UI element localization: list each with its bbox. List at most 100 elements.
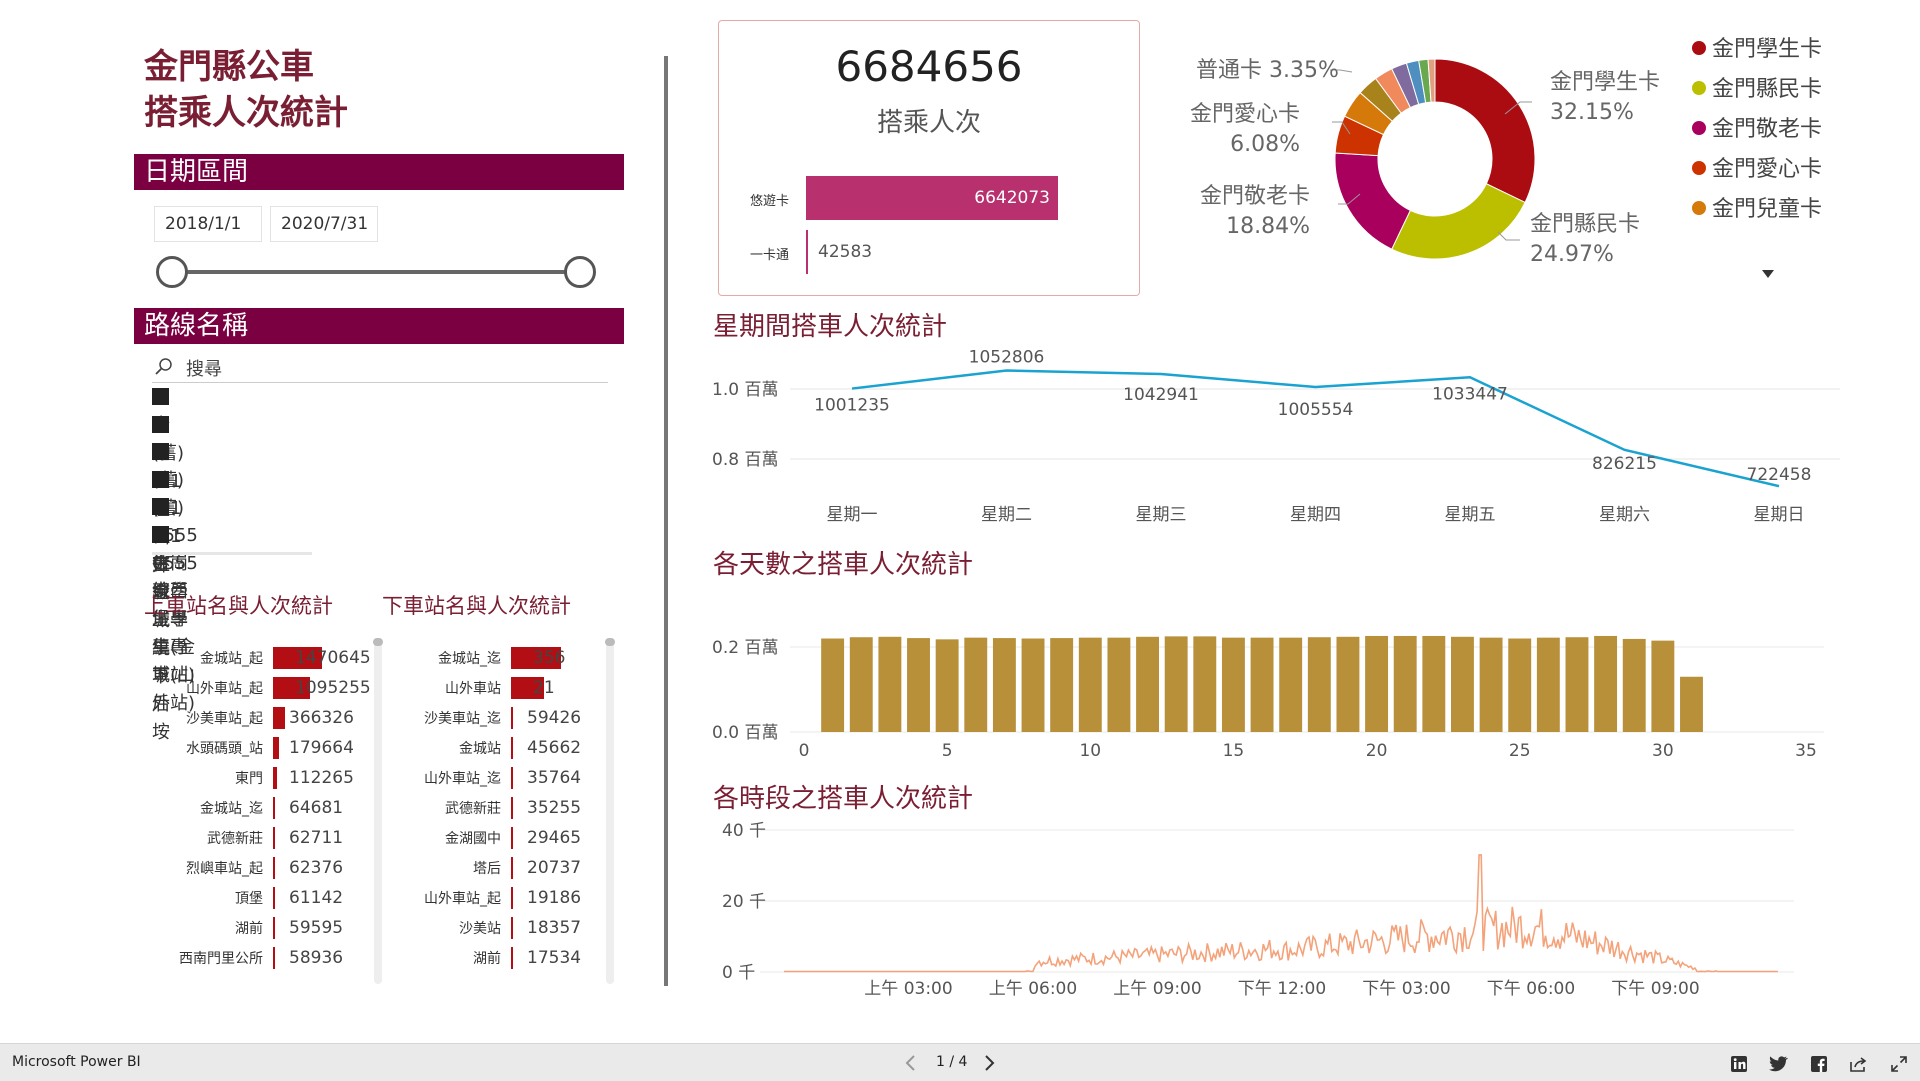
route-item[interactable]: (舊)藍1往金城 bbox=[152, 439, 184, 603]
route-checkbox[interactable] bbox=[152, 388, 169, 405]
alighting-station-bar[interactable] bbox=[511, 947, 513, 969]
boarding-station-bar[interactable] bbox=[273, 887, 276, 909]
route-item[interactable]: (舊)藍1往金城繞下后垵 bbox=[152, 467, 184, 743]
day-bar[interactable] bbox=[1565, 637, 1589, 732]
day-bar[interactable] bbox=[1451, 636, 1474, 732]
alighting-station-bar[interactable] bbox=[511, 737, 513, 759]
legend-more-arrow-icon[interactable] bbox=[1760, 268, 1776, 280]
day-bar[interactable] bbox=[1050, 638, 1074, 732]
day-bar[interactable] bbox=[1422, 635, 1446, 732]
alighting-scroll-thumb[interactable] bbox=[605, 638, 615, 646]
boarding-station-bar[interactable] bbox=[273, 857, 276, 879]
day-bar-chart[interactable]: 0.2 百萬 0.0 百萬 0 5 10 15 20 25 30 35 bbox=[700, 620, 1850, 770]
end-date-input[interactable]: 2020/7/31 bbox=[270, 206, 378, 242]
route-search-input[interactable]: 搜尋 bbox=[152, 352, 608, 383]
day-bar[interactable] bbox=[1193, 636, 1217, 732]
day-bar[interactable] bbox=[849, 637, 873, 732]
day-bar[interactable] bbox=[1393, 635, 1417, 732]
route-checkbox[interactable] bbox=[152, 525, 169, 543]
route-checkbox[interactable] bbox=[152, 415, 169, 433]
start-date-input[interactable]: 2018/1/1 bbox=[154, 206, 262, 242]
boarding-station-bar[interactable] bbox=[273, 797, 276, 819]
day-bar[interactable] bbox=[1250, 637, 1274, 732]
day-bar[interactable] bbox=[907, 638, 930, 732]
day-bar[interactable] bbox=[878, 636, 902, 732]
route-item[interactable]: 全選 bbox=[152, 384, 183, 464]
card-category-value: 6642073 bbox=[974, 188, 1050, 208]
card-category-bar[interactable] bbox=[806, 230, 808, 274]
route-item[interactable]: 0555東西堡學生專車(山外站) bbox=[152, 522, 198, 714]
route-checkbox[interactable] bbox=[152, 470, 169, 488]
day-bar[interactable] bbox=[1680, 676, 1703, 732]
alighting-station-bar[interactable] bbox=[511, 767, 513, 789]
report-footer-bar: Microsoft Power BI 1 / 4 bbox=[0, 1043, 1920, 1081]
hour-ytick: 0 千 bbox=[722, 963, 755, 983]
route-checkbox[interactable] bbox=[152, 498, 169, 515]
alighting-station-bar[interactable] bbox=[511, 887, 513, 909]
date-range-track[interactable] bbox=[172, 270, 580, 274]
route-list-overflow-edge bbox=[152, 552, 312, 555]
fullscreen-icon[interactable] bbox=[1890, 1055, 1908, 1073]
legend-item[interactable]: 金門縣民卡 bbox=[1692, 74, 1822, 106]
day-bar[interactable] bbox=[1651, 640, 1675, 732]
day-ytick: 0.2 百萬 bbox=[712, 638, 778, 658]
boarding-station-bar[interactable] bbox=[273, 707, 286, 729]
day-bar[interactable] bbox=[1164, 636, 1188, 732]
boarding-station-bar[interactable] bbox=[273, 827, 276, 849]
facebook-icon[interactable] bbox=[1810, 1055, 1828, 1073]
hour-line[interactable] bbox=[784, 854, 1778, 973]
date-range-start-handle[interactable] bbox=[156, 256, 188, 288]
route-item[interactable]: 0555古崗線學生專車(金城站) bbox=[152, 494, 198, 686]
alighting-station-bar[interactable] bbox=[511, 827, 513, 849]
day-bar[interactable] bbox=[1336, 636, 1360, 732]
boarding-scroll-thumb[interactable] bbox=[373, 638, 383, 646]
boarding-station-bar[interactable] bbox=[273, 737, 279, 759]
alighting-scrollbar[interactable] bbox=[606, 640, 614, 984]
day-bar[interactable] bbox=[1594, 635, 1618, 732]
boarding-station-bar[interactable] bbox=[273, 767, 277, 789]
pie-label-senior-pct: 18.84% bbox=[1226, 214, 1310, 239]
day-xtick: 20 bbox=[1366, 741, 1388, 761]
next-page-icon[interactable] bbox=[982, 1054, 996, 1072]
day-bar[interactable] bbox=[1307, 637, 1331, 732]
day-bar[interactable] bbox=[964, 637, 988, 732]
day-xtick: 30 bbox=[1652, 741, 1674, 761]
alighting-station-bar[interactable] bbox=[511, 857, 513, 879]
alighting-station-bar[interactable] bbox=[511, 917, 513, 939]
day-bar[interactable] bbox=[1479, 637, 1503, 732]
alighting-station-bar[interactable] bbox=[511, 797, 513, 819]
prev-page-icon[interactable] bbox=[904, 1054, 918, 1072]
date-range-end-handle[interactable] bbox=[564, 256, 596, 288]
date-filter-header: 日期區間 bbox=[134, 154, 624, 190]
day-bar[interactable] bbox=[821, 638, 845, 733]
twitter-icon[interactable] bbox=[1768, 1055, 1788, 1073]
share-icon[interactable] bbox=[1848, 1055, 1868, 1073]
legend-item[interactable]: 金門愛心卡 bbox=[1692, 154, 1822, 186]
day-bar[interactable] bbox=[1536, 637, 1560, 732]
linkedin-icon[interactable] bbox=[1730, 1055, 1748, 1073]
legend-item[interactable]: 金門敬老卡 bbox=[1692, 114, 1822, 146]
day-bar[interactable] bbox=[1365, 635, 1389, 732]
day-bar[interactable] bbox=[1078, 637, 1102, 732]
weekday-xtick: 星期三 bbox=[1136, 505, 1187, 525]
boarding-station-bar[interactable] bbox=[273, 917, 275, 939]
day-bar[interactable] bbox=[1279, 637, 1303, 732]
legend-item[interactable]: 金門兒童卡 bbox=[1692, 194, 1822, 226]
day-bar[interactable] bbox=[1508, 638, 1532, 733]
boarding-station-bar[interactable] bbox=[273, 947, 275, 969]
day-bar[interactable] bbox=[992, 638, 1016, 732]
alighting-station-name: 沙美車站_迄 bbox=[424, 711, 501, 727]
day-bar[interactable] bbox=[1136, 636, 1159, 732]
weekday-line-chart[interactable]: 1.0 百萬 0.8 百萬 1001235 星期一 1052806 星期二 1042941 星… bbox=[700, 344, 1850, 534]
hour-line-chart[interactable]: 40 千 20 千 0 千上午 03:00 上午 06:00 上午 09:00 下午 12… bbox=[700, 820, 1850, 1010]
route-checkbox[interactable] bbox=[152, 443, 169, 460]
day-bar[interactable] bbox=[1622, 638, 1646, 732]
day-bar[interactable] bbox=[935, 639, 959, 732]
day-bar[interactable] bbox=[1107, 637, 1131, 732]
alighting-station-bar[interactable] bbox=[511, 707, 513, 729]
route-item[interactable]: (舊)藍1往山外 bbox=[152, 412, 184, 576]
boarding-scrollbar[interactable] bbox=[374, 640, 382, 984]
day-bar[interactable] bbox=[1221, 637, 1245, 732]
legend-item[interactable]: 金門學生卡 bbox=[1692, 34, 1822, 66]
day-bar[interactable] bbox=[1021, 638, 1045, 733]
